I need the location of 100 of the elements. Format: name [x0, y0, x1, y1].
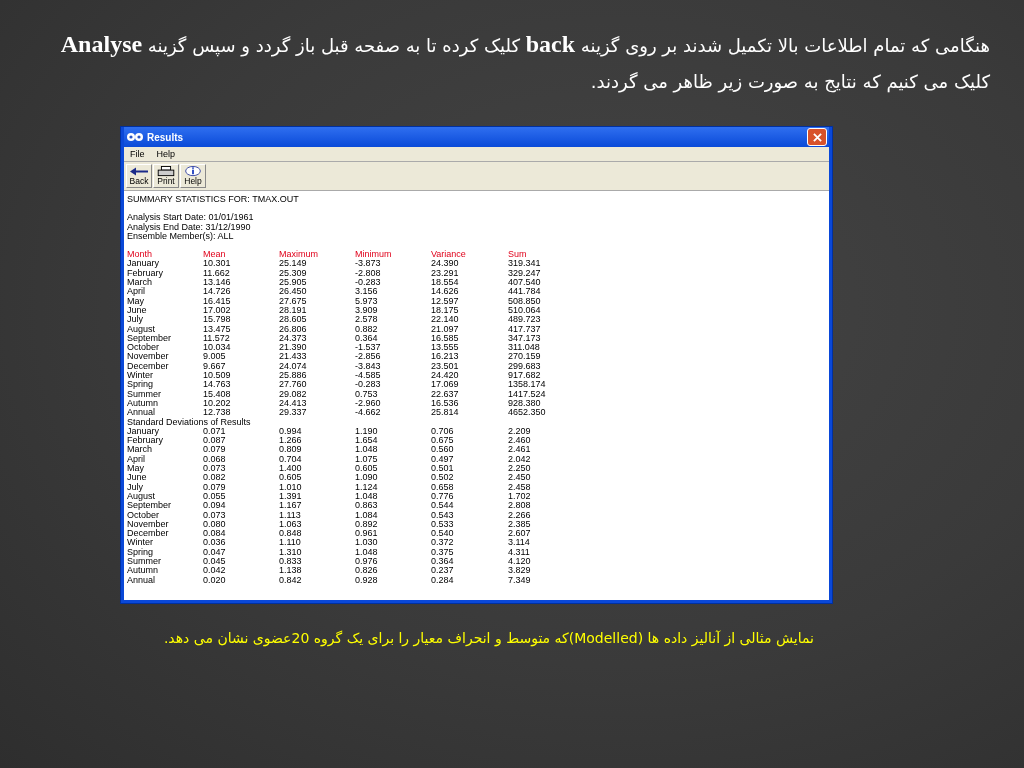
table-cell-text: 0.533	[431, 519, 455, 530]
table-cell-text: 28.191	[279, 305, 308, 316]
table-cell-text: 2.607	[508, 529, 532, 539]
table-cell-text: 1.048	[355, 445, 379, 455]
table-cell-text: 0.892	[355, 519, 379, 530]
table-cell-text: 13.555	[431, 343, 460, 353]
table-cell-text: 2.458	[508, 482, 532, 492]
table-cell-text: 0.082	[203, 473, 227, 483]
table-cell-text: 0.080	[203, 519, 227, 530]
table-cell-text: 21.097	[431, 324, 460, 334]
toolbar-button[interactable]: Help	[180, 164, 206, 188]
table-cell-text: 17.002	[203, 305, 232, 316]
table-cell-text: 1.124	[355, 482, 379, 492]
table-cell-text: 0.094	[203, 501, 227, 511]
table-cell-text: 16.415	[203, 296, 232, 306]
table-cell-text: 319.341	[508, 259, 542, 269]
table-cell-text: -3.873	[355, 259, 382, 269]
table-cell-text: 1.090	[355, 473, 379, 483]
table-cell-text: 1.702	[508, 491, 532, 502]
column-header: Sum	[508, 250, 528, 260]
table-cell-text: 0.073	[203, 464, 227, 474]
table-cell-text: 3.114	[508, 538, 531, 548]
table-cell-text: 489.723	[508, 315, 542, 325]
table-cell-text: 0.237	[431, 566, 455, 576]
table-cell-text: 928.380	[508, 398, 542, 409]
table-cell-text: Annual	[127, 408, 157, 418]
table-cell-text: 18.175	[431, 305, 460, 316]
summary-title: SUMMARY STATISTICS FOR: TMAX.OUT	[127, 195, 300, 205]
table-cell-text: Spring	[127, 547, 153, 557]
table-cell-text: November	[127, 352, 170, 362]
table-cell-text: 26.806	[279, 324, 308, 334]
table-cell-text: 0.042	[203, 566, 227, 576]
table-cell-text: 0.502	[431, 473, 455, 483]
toolbar-button[interactable]: Back	[126, 164, 152, 188]
table-cell-text: 0.047	[203, 547, 227, 557]
table-cell-text: -4.585	[355, 371, 382, 381]
column-header: Mean	[203, 250, 227, 260]
table-cell-text: 0.079	[203, 445, 227, 455]
table-cell-text: 24.420	[431, 371, 460, 381]
table-cell-text: September	[127, 333, 173, 344]
table-cell-text: February	[127, 436, 164, 446]
table-cell-text: 1.048	[355, 491, 379, 502]
table-cell-text: 10.301	[203, 259, 232, 269]
table-cell-text: Autumn	[127, 566, 160, 576]
table-cell-text: 0.928	[355, 575, 379, 585]
table-cell-text: 329.247	[508, 268, 542, 279]
table-cell-text: September	[127, 501, 173, 511]
menu-item[interactable]: Help	[156, 149, 176, 159]
table-cell-text: 29.082	[279, 389, 308, 399]
table-cell-text: 0.364	[431, 557, 455, 567]
table-cell-text: 13.146	[203, 278, 232, 288]
table-cell-text: 27.675	[279, 296, 308, 306]
table-cell-text: June	[127, 473, 148, 483]
table-cell-text: 0.084	[203, 529, 227, 539]
printer-icon	[156, 166, 176, 177]
table-cell-text: 0.045	[203, 557, 227, 567]
table-cell-text: 0.605	[279, 473, 303, 483]
table-cell-text: 0.372	[431, 538, 455, 548]
table-cell-text: 0.826	[355, 566, 379, 576]
table-cell-text: 2.808	[508, 501, 532, 511]
table-cell-text: May	[127, 464, 144, 474]
table-cell-text: March	[127, 445, 152, 455]
table-cell-text: 1.110	[279, 538, 302, 548]
table-cell-text: 12.738	[203, 408, 232, 418]
table-cell-text: 25.309	[279, 268, 308, 279]
table-cell-text: 0.501	[431, 464, 455, 474]
table-cell-text: Winter	[127, 371, 154, 381]
table-cell-text: 14.726	[203, 287, 232, 297]
column-header: Month	[127, 250, 153, 260]
close-button[interactable]	[807, 128, 827, 146]
table-cell-text: 25.905	[279, 278, 308, 288]
table-cell-text: 0.540	[431, 529, 455, 539]
table-cell-text: 0.375	[431, 547, 455, 557]
table-cell-text: 0.284	[431, 575, 455, 585]
table-cell-text: 16.585	[431, 333, 460, 344]
menu-item[interactable]: File	[130, 149, 145, 159]
table-cell-text: 0.497	[431, 454, 455, 464]
table-cell-text: 508.850	[508, 296, 542, 306]
table-cell-text: July	[127, 315, 144, 325]
table-cell-text: 0.848	[279, 529, 303, 539]
table-cell-text: November	[127, 519, 170, 529]
table-cell-text: February	[127, 268, 164, 279]
table-cell-text: March	[127, 278, 152, 288]
table-cell-text: 28.605	[279, 315, 308, 325]
table-cell-text: 22.637	[431, 389, 460, 399]
table-cell-text: 11.572	[203, 333, 231, 344]
toolbar-button[interactable]: Print	[153, 164, 179, 188]
table-cell-text: May	[127, 296, 144, 306]
table-cell-text: 2.385	[508, 519, 532, 530]
table-cell-text: 0.364	[355, 333, 379, 344]
table-cell-text: 0.704	[279, 454, 303, 464]
table-cell-text: 1.167	[279, 501, 303, 511]
table-cell-text: Autumn	[127, 398, 160, 408]
table-cell-text: 1.266	[279, 436, 303, 446]
table-cell-text: 9.667	[203, 361, 227, 372]
table-cell-text: 3.156	[355, 287, 379, 297]
table-cell-text: 1.654	[355, 436, 379, 446]
column-header: Minimum	[355, 250, 393, 260]
table-cell-text: 24.373	[279, 333, 308, 344]
app-icon	[127, 132, 143, 142]
